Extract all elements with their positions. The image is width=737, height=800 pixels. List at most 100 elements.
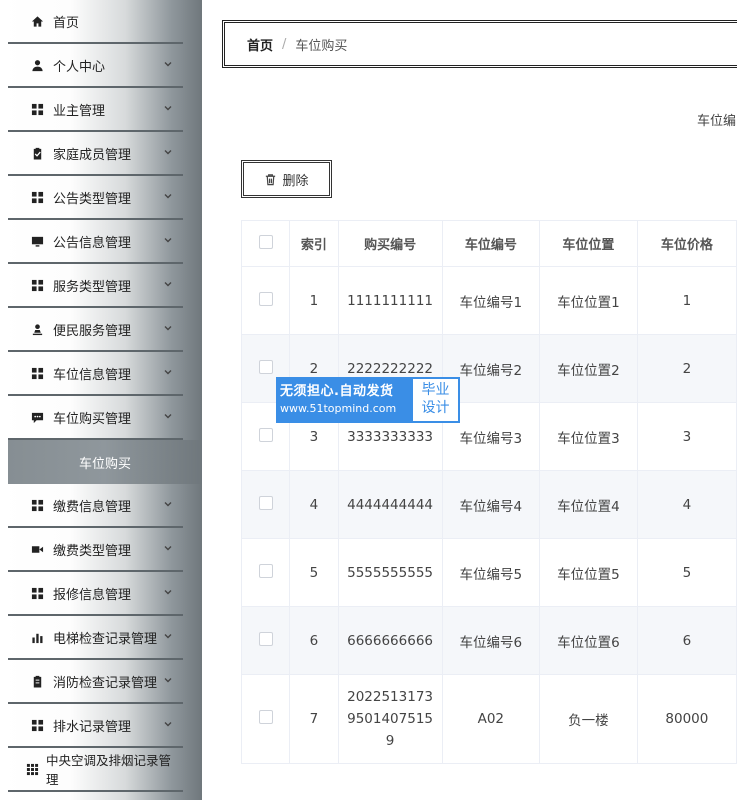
search-label-parking-number: 车位编 [697,114,737,129]
row-checkbox[interactable] [258,427,273,442]
sidebar-item-6[interactable]: 服务类型管理 [8,264,183,308]
watermark-banner: 无须担心.自动发货 www.51topmind.com 毕业 设计 [276,377,460,423]
sidebar-item-0[interactable]: 首页 [8,0,183,44]
cell-parking-location: 车位位置5 [539,538,638,607]
chevron-down-icon [163,58,173,68]
chevron-down-icon [163,630,173,640]
chevron-down-icon [163,718,173,728]
sidebar-item-label: 电梯检查记录管理 [53,631,158,647]
sidebar-item-8[interactable]: 车位信息管理 [8,352,183,396]
sidebar-item-label: 缴费信息管理 [53,499,132,515]
user-icon [30,58,44,72]
watermark-badge: 毕业 设计 [413,379,458,421]
row-checkbox[interactable] [258,495,273,510]
chevron-down-icon [163,322,173,332]
breadcrumb: 首页 / 车位购买 [222,20,737,68]
sidebar-item-label: 公告信息管理 [53,235,132,251]
breadcrumb-current: 车位购买 [295,38,348,54]
cell-parking-number: 车位编号6 [441,606,541,675]
chevron-down-icon [163,542,173,552]
cell-parking-number: A02 [441,674,541,764]
sidebar-subitem-parking-purchase[interactable]: 车位购买 [8,440,202,484]
header-select-all[interactable] [240,220,291,267]
row-checkbox[interactable] [258,710,273,724]
header-index[interactable]: 索引 [289,220,339,267]
chevron-down-icon [163,366,173,376]
cell-index: 5 [289,538,339,607]
sidebar-item-label: 中央空调及排烟记录管理 [45,753,171,787]
cell-parking-number: 车位编号4 [441,470,541,539]
cell-parking-location: 车位位置1 [539,266,638,335]
sidebar-item-label: 家庭成员管理 [53,147,132,163]
sidebar-item-label: 服务类型管理 [53,279,132,295]
table-row[interactable]: 5 5555555555 车位编号5 车位位置5 5 [240,538,737,607]
select-all-checkbox[interactable] [258,234,273,249]
row-checkbox[interactable] [258,359,273,374]
row-checkbox[interactable] [258,563,273,578]
row-checkbox[interactable] [258,291,273,306]
row-select-cell[interactable] [240,538,291,607]
sidebar-item-13[interactable]: 电梯检查记录管理 [8,616,183,660]
cell-index: 7 [289,674,339,764]
table-header-row: 索引 购买编号 车位编号 车位位置 车位价格 [240,220,737,267]
chevron-down-icon [163,190,173,200]
table-row[interactable]: 4 4444444444 车位编号4 车位位置4 4 [240,470,737,539]
header-parking-location[interactable]: 车位位置 [539,220,638,267]
delete-button[interactable]: 删除 [241,160,332,198]
sidebar-item-10[interactable]: 缴费信息管理 [8,484,183,528]
sidebar-item-11[interactable]: 缴费类型管理 [8,528,183,572]
sidebar-item-label: 缴费类型管理 [53,543,132,559]
grid-icon [30,718,44,732]
sidebar-item-label: 消防检查记录管理 [53,675,158,691]
grid-icon [30,190,44,204]
chevron-down-icon [163,586,173,596]
header-parking-number[interactable]: 车位编号 [441,220,541,267]
watermark-line1: 无须担心.自动发货 [280,384,394,399]
cell-parking-location: 车位位置4 [539,470,638,539]
sidebar-item-label: 便民服务管理 [53,323,132,339]
monitor-icon [30,234,44,248]
trash-icon [266,173,276,185]
grid-icon [30,366,44,380]
sidebar-item-label: 车位信息管理 [53,367,132,383]
row-select-cell[interactable] [240,674,291,764]
header-parking-price[interactable]: 车位价格 [636,220,737,267]
grid-icon [30,278,44,292]
table-row[interactable]: 6 6666666666 车位编号6 车位位置6 6 [240,606,737,675]
grid-small-icon [26,762,40,776]
sidebar-item-1[interactable]: 个人中心 [8,44,183,88]
cell-parking-price: 2 [636,334,737,403]
row-checkbox[interactable] [258,631,273,646]
sidebar-item-3[interactable]: 家庭成员管理 [8,132,183,176]
sidebar-item-2[interactable]: 业主管理 [8,88,183,132]
cell-index: 4 [289,470,339,539]
sidebar-item-16[interactable]: 中央空调及排烟记录管理 [8,748,183,792]
breadcrumb-home[interactable]: 首页 [247,35,273,54]
breadcrumb-separator: / [282,36,287,52]
sidebar-item-14[interactable]: 消防检查记录管理 [8,660,183,704]
cell-purchase-number: 4444444444 [337,470,443,539]
cell-index: 6 [289,606,339,675]
cell-purchase-number: 1111111111 [337,266,443,335]
chat-icon [30,410,44,424]
row-select-cell[interactable] [240,470,291,539]
sidebar-item-7[interactable]: 便民服务管理 [8,308,183,352]
sidebar-item-9[interactable]: 车位购买管理 [8,396,183,440]
sidebar-item-label: 公告类型管理 [53,191,132,207]
table-row[interactable]: 7 2022513173 9501407515 9 A02 负一楼 80000 [240,674,737,764]
sidebar-item-12[interactable]: 报修信息管理 [8,572,183,616]
person-stamp-icon [30,322,44,336]
header-purchase-number[interactable]: 购买编号 [337,220,443,267]
cell-parking-price: 1 [636,266,737,335]
sidebar-item-15[interactable]: 排水记录管理 [8,704,183,748]
row-select-cell[interactable] [240,606,291,675]
cell-parking-price: 5 [636,538,737,607]
sidebar-item-5[interactable]: 公告信息管理 [8,220,183,264]
table-row[interactable]: 1 1111111111 车位编号1 车位位置1 1 [240,266,737,335]
cell-parking-price: 6 [636,606,737,675]
video-icon [30,542,44,556]
sidebar-item-4[interactable]: 公告类型管理 [8,176,183,220]
home-icon [30,14,44,28]
chevron-down-icon [163,674,173,684]
row-select-cell[interactable] [240,266,291,335]
